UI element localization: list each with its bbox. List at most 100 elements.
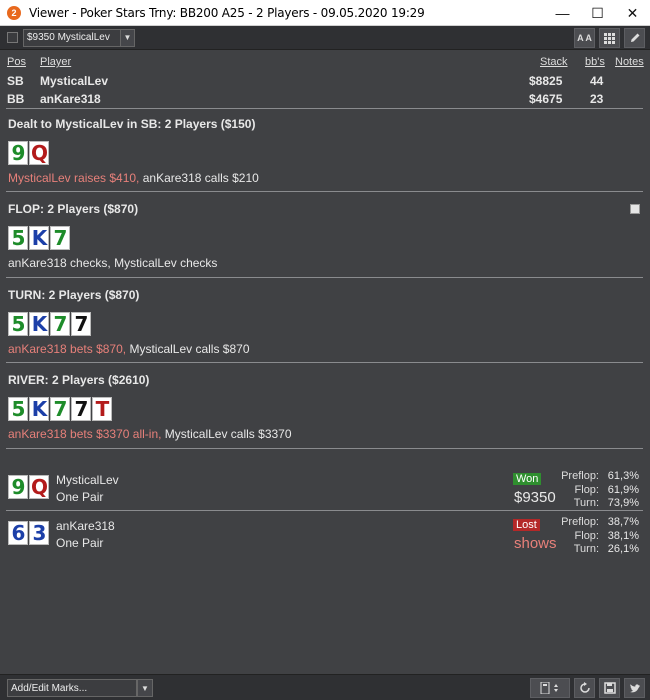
playing-card: Q [29,475,49,499]
playing-card: 5 [8,397,28,421]
save-icon[interactable] [599,678,620,698]
equity-list: Preflop: 61,3% Flop: 61,9% Turn: 73,9% [561,470,639,511]
player-pos: BB [7,92,25,106]
maximize-button[interactable]: ☐ [580,0,615,26]
action-bet: anKare318 bets $3370 all-in, [8,427,162,441]
status-badge: Lost [513,519,540,531]
equity-value: 61,9% [607,483,639,496]
result-hand: One Pair [56,536,104,550]
equity-label: Turn: [573,543,599,555]
street-title: FLOP: 2 Players ($870) [8,202,139,216]
equity-label: Flop: [574,483,599,496]
equity-value: 38,7% [607,516,639,528]
equity-label: Turn: [573,497,599,509]
players-header: Pos Player Stack bb's Notes [0,56,650,74]
playing-card: Q [29,141,49,165]
stack-header[interactable]: Stack [540,56,568,68]
pencil-icon[interactable] [624,28,645,48]
equity-label: Preflop: [561,470,599,482]
hole-cards: 9Q [8,141,643,165]
board-cards: 5K77T [8,397,643,421]
chevron-down-icon[interactable]: ▼ [121,28,135,47]
player-name: anKare318 [40,92,101,106]
equity-value: 61,3% [607,470,639,482]
player-bbs: 44 [590,74,604,88]
action-call: anKare318 calls $210 [139,171,259,185]
notes-header[interactable]: Notes [615,56,644,68]
calculator-icon[interactable] [530,678,570,698]
player-name: MysticalLev [40,74,109,88]
grid-icon[interactable] [599,28,620,48]
player-stack: $8825 [529,74,563,88]
street-action: anKare318 checks, MysticalLev checks [8,256,643,270]
playing-card: T [92,397,112,421]
playing-card: 3 [29,521,49,545]
equity-row: Preflop: 61,3% [561,470,639,484]
divider [6,108,643,109]
equity-row: Flop: 38,1% [561,530,639,544]
playing-card: K [29,312,49,336]
equity-list: Preflop: 38,7% Flop: 38,1% Turn: 26,1% [561,516,639,557]
playing-card: 7 [50,397,70,421]
players-table: Pos Player Stack bb's Notes SB MysticalL… [0,56,650,110]
playing-card: 5 [8,226,28,250]
marks-select[interactable]: Add/Edit Marks... [7,679,137,697]
playing-card: 7 [71,397,91,421]
street-action: MysticalLev raises $410, anKare318 calls… [8,171,643,185]
street-action: anKare318 bets $3370 all-in, MysticalLev… [8,427,643,441]
close-button[interactable]: ✕ [615,0,650,26]
twitter-icon[interactable] [624,678,645,698]
action-call: MysticalLev calls $3370 [161,427,292,441]
action-call: MysticalLev calls $870 [126,342,250,356]
street-action: anKare318 bets $870, MysticalLev calls $… [8,342,643,356]
bbs-header[interactable]: bb's [585,56,605,68]
playing-card: K [29,226,49,250]
equity-value: 26,1% [607,543,639,555]
hand-checkbox[interactable] [7,32,18,43]
app-logo-icon: 2 [7,5,21,20]
playing-card: 6 [8,521,28,545]
street-title: RIVER: 2 Players ($2610) [8,373,150,387]
refresh-icon[interactable] [574,678,595,698]
equity-label: Flop: [574,529,599,542]
playing-card: 7 [50,312,70,336]
minimize-button[interactable]: — [545,0,580,26]
result-row: 63 anKare318 One Pair Lost shows Preflop… [8,516,643,556]
pos-header[interactable]: Pos [7,56,26,68]
playing-card: 9 [8,141,28,165]
playing-card: 9 [8,475,28,499]
player-pos: SB [7,74,24,88]
note-icon[interactable] [630,204,640,214]
street-flop: FLOP: 2 Players ($870) 5K7 anKare318 che… [8,202,643,270]
result-player-name: MysticalLev [56,473,119,487]
street-title: Dealt to MysticalLev in SB: 2 Players ($… [8,117,256,131]
toolbar: $9350 MysticalLev ▼ A A [0,26,650,50]
player-stack: $4675 [529,92,563,106]
action-bet: anKare318 bets $870, [8,342,127,356]
equity-value: 38,1% [607,529,639,542]
result-player-name: anKare318 [56,519,115,533]
result-amount: shows [514,535,557,552]
action-call: anKare318 checks, MysticalLev checks [8,256,218,270]
result-row: 9Q MysticalLev One Pair Won $9350 Preflo… [8,470,643,510]
player-bbs: 23 [590,92,604,106]
equity-value: 73,9% [607,497,639,509]
player-header[interactable]: Player [40,56,71,68]
divider [6,448,643,449]
street-title: TURN: 2 Players ($870) [8,288,140,302]
chevron-down-icon[interactable]: ▼ [137,679,153,697]
status-badge: Won [513,473,542,485]
street-river: RIVER: 2 Players ($2610) 5K77T anKare318… [8,373,643,441]
player-row[interactable]: SB MysticalLev $8825 44 [0,74,650,92]
bottom-bar: Add/Edit Marks... ▼ [0,674,650,700]
divider [6,277,643,278]
hand-select[interactable]: $9350 MysticalLev [23,28,121,47]
window-title: Viewer - Poker Stars Trny: BB200 A25 - 2… [29,5,425,20]
result-amount: $9350 [514,489,556,506]
equity-row: Turn: 26,1% [561,543,639,557]
action-raise: MysticalLev raises $410, [8,171,140,185]
board-cards: 5K77 [8,312,643,336]
font-size-button[interactable]: A A [574,28,595,48]
playing-card: 5 [8,312,28,336]
divider [6,510,643,511]
